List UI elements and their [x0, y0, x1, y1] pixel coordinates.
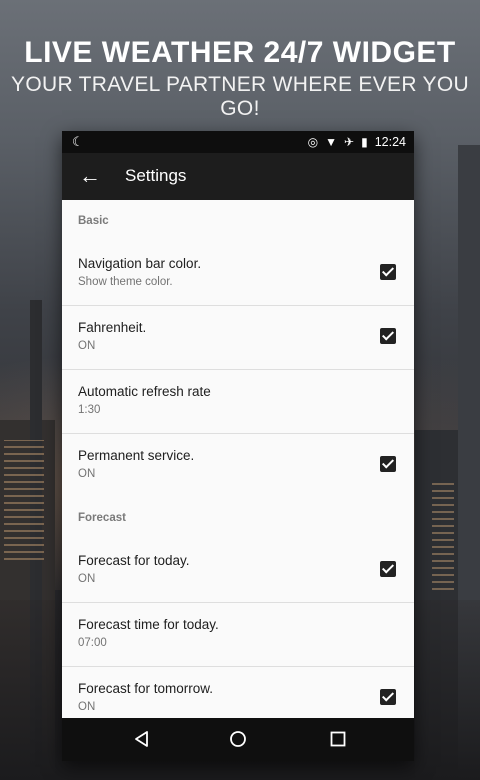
- setting-forecast-time-today[interactable]: Forecast time for today. 07:00: [62, 603, 414, 667]
- checkbox-checked[interactable]: [380, 328, 396, 344]
- circle-home-icon[interactable]: [228, 729, 248, 749]
- checkbox-checked[interactable]: [380, 561, 396, 577]
- setting-title: Fahrenheit.: [78, 320, 147, 335]
- setting-summary: 07:00: [78, 637, 107, 649]
- setting-forecast-today[interactable]: Forecast for today. ON: [62, 539, 414, 603]
- setting-summary: ON: [78, 573, 96, 585]
- checkbox-checked[interactable]: [380, 689, 396, 705]
- app-bar: ← Settings: [62, 153, 414, 200]
- setting-title: Automatic refresh rate: [78, 384, 211, 399]
- setting-title: Permanent service.: [78, 448, 195, 463]
- section-header-basic: Basic: [78, 215, 109, 227]
- section-header-forecast: Forecast: [78, 512, 126, 524]
- setting-forecast-tomorrow[interactable]: Forecast for tomorrow. ON: [62, 667, 414, 716]
- setting-title: Forecast for tomorrow.: [78, 681, 214, 696]
- setting-title: Forecast time for today.: [78, 617, 219, 632]
- checkbox-checked[interactable]: [380, 456, 396, 472]
- setting-summary: 1:30: [78, 404, 101, 416]
- arrow-left-icon[interactable]: ←: [79, 165, 101, 187]
- setting-navigation-bar-color[interactable]: Navigation bar color. Show theme color.: [62, 242, 414, 306]
- circle-target-icon: ◎: [307, 135, 319, 149]
- lit-windows: [4, 440, 44, 560]
- settings-list: Basic Navigation bar color. Show theme c…: [62, 200, 414, 716]
- setting-summary: Show theme color.: [78, 276, 173, 288]
- promo-subheadline: YOUR TRAVEL PARTNER WHERE EVER YOU GO!: [11, 73, 469, 120]
- setting-summary: ON: [78, 340, 96, 352]
- setting-summary: ON: [78, 701, 96, 713]
- moon-icon: ☾: [72, 134, 84, 149]
- checkbox-checked[interactable]: [380, 264, 396, 280]
- phone-screen: ☾ ◎ ▼ ✈ ▮ 12:24 ← Settings Basic Navigat…: [62, 131, 414, 761]
- battery-icon: ▮: [361, 135, 368, 149]
- airplane-icon: ✈: [344, 135, 355, 149]
- page-title: Settings: [125, 166, 187, 185]
- setting-title: Forecast for today.: [78, 553, 190, 568]
- status-bar: ☾ ◎ ▼ ✈ ▮ 12:24: [62, 131, 414, 153]
- square-recents-icon[interactable]: [328, 729, 348, 749]
- promo-headline: LIVE WEATHER 24/7 WIDGET: [24, 36, 456, 69]
- setting-title: Navigation bar color.: [78, 256, 202, 271]
- setting-summary: ON: [78, 468, 96, 480]
- setting-automatic-refresh-rate[interactable]: Automatic refresh rate 1:30: [62, 370, 414, 434]
- wifi-icon: ▼: [325, 135, 338, 149]
- system-nav-bar: [62, 718, 414, 761]
- lit-windows: [432, 480, 454, 590]
- triangle-back-icon[interactable]: [132, 729, 152, 749]
- setting-permanent-service[interactable]: Permanent service. ON: [62, 434, 414, 497]
- status-time: 12:24: [374, 135, 406, 149]
- setting-fahrenheit[interactable]: Fahrenheit. ON: [62, 306, 414, 370]
